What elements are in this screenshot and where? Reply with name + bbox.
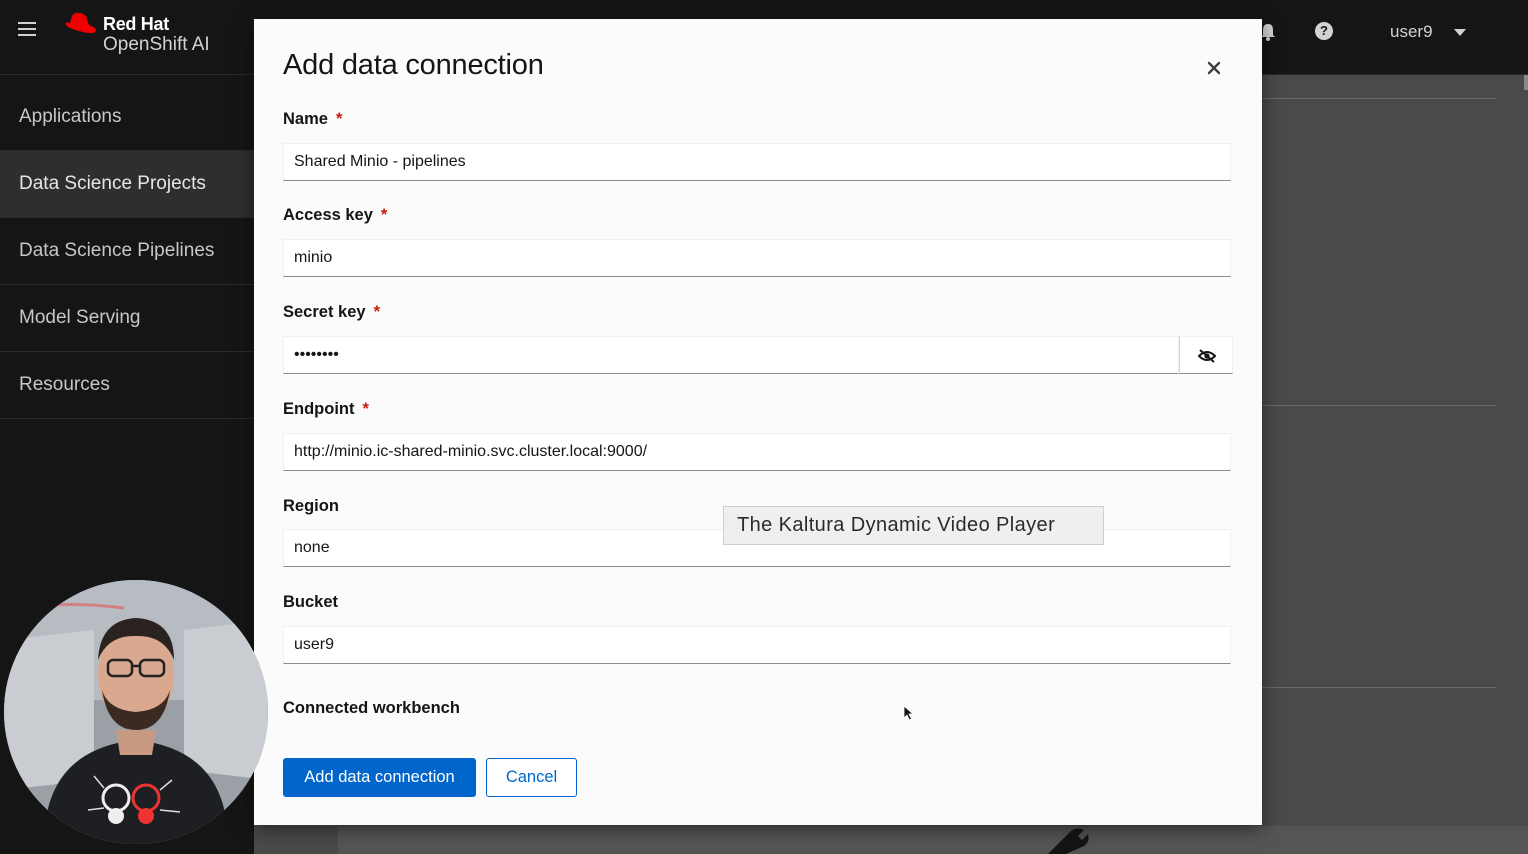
sidebar-item-data-science-pipelines[interactable]: Data Science Pipelines: [0, 218, 254, 285]
sidebar-item-resources[interactable]: Resources: [0, 352, 254, 419]
required-asterisk: *: [362, 400, 369, 418]
add-data-connection-modal: Add data connection Name * Access key * Se…: [254, 19, 1262, 825]
secret-key-group: [283, 336, 1233, 374]
required-asterisk: *: [373, 303, 380, 321]
connected-workbench-label: Connected workbench: [283, 699, 460, 717]
hamburger-icon[interactable]: [18, 22, 36, 40]
redhat-logo-icon: [64, 12, 97, 35]
endpoint-input[interactable]: [283, 433, 1231, 471]
background-panel: [338, 826, 1528, 854]
secret-key-label: Secret key *: [283, 303, 380, 322]
access-key-input[interactable]: [283, 239, 1231, 277]
access-key-label-text: Access key: [283, 206, 373, 224]
toggle-visibility-button[interactable]: [1179, 336, 1233, 374]
region-label: Region: [283, 497, 339, 515]
background-divider: [1262, 405, 1496, 406]
name-input[interactable]: [283, 143, 1231, 181]
modal-title: Add data connection: [283, 49, 544, 81]
product-name: OpenShift AI: [103, 34, 210, 55]
sidebar-item-model-serving[interactable]: Model Serving: [0, 285, 254, 352]
close-icon[interactable]: [1203, 57, 1225, 79]
sidebar-item-data-science-projects[interactable]: Data Science Projects: [0, 151, 254, 218]
caret-down-icon[interactable]: [1454, 29, 1466, 36]
background-divider: [1262, 98, 1496, 99]
name-label-text: Name: [283, 110, 328, 128]
video-player-tooltip: The Kaltura Dynamic Video Player: [723, 506, 1104, 545]
add-data-connection-button[interactable]: Add data connection: [283, 758, 476, 797]
secret-key-label-text: Secret key: [283, 303, 366, 321]
eye-slash-icon: [1198, 349, 1216, 363]
brand-name: Red Hat: [103, 14, 169, 34]
wrench-icon: [1048, 828, 1089, 854]
required-asterisk: *: [380, 206, 388, 224]
user-menu-toggle[interactable]: user9: [1390, 22, 1433, 42]
access-key-label: Access key *: [283, 206, 387, 225]
bucket-input[interactable]: [283, 626, 1231, 664]
background-divider: [1262, 687, 1496, 688]
bucket-label: Bucket: [283, 593, 339, 611]
name-label: Name *: [283, 110, 342, 129]
cancel-button[interactable]: Cancel: [486, 758, 577, 797]
sidebar-nav: Applications Data Science Projects Data …: [0, 84, 254, 419]
sidebar-item-applications[interactable]: Applications: [0, 84, 254, 151]
required-asterisk: *: [335, 110, 343, 128]
presenter-webcam: [4, 580, 268, 844]
endpoint-label: Endpoint *: [283, 400, 369, 419]
presenter-video-icon: [4, 580, 268, 844]
mouse-cursor-icon: [903, 705, 915, 721]
help-icon[interactable]: ?: [1315, 22, 1333, 40]
endpoint-label-text: Endpoint: [283, 400, 355, 418]
secret-key-input[interactable]: [283, 336, 1179, 374]
